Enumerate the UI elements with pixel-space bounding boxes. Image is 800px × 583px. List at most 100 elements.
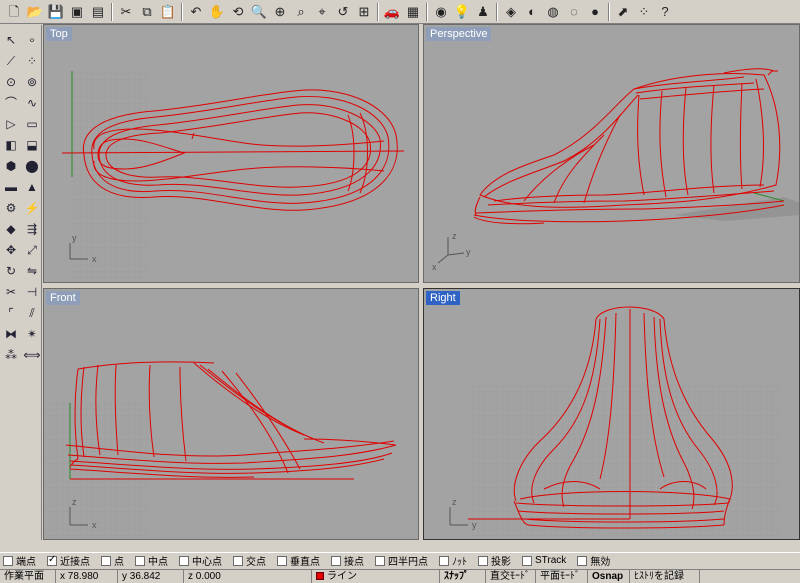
polygon-icon[interactable]: ▷	[1, 113, 21, 134]
color-icon[interactable]: ◈	[501, 2, 521, 22]
zoom-window-icon[interactable]: ⊕	[270, 2, 290, 22]
edit-icon[interactable]: ⚡	[22, 197, 42, 218]
osnap-checkbox[interactable]	[179, 555, 189, 566]
osnap-option[interactable]: 接点	[331, 553, 364, 568]
eye-icon[interactable]: ◉	[431, 2, 451, 22]
osnap-option[interactable]: 点	[101, 553, 124, 568]
circle-points-icon[interactable]: ⊚	[22, 71, 42, 92]
move-icon[interactable]: ✥	[1, 239, 21, 260]
cplane-label[interactable]: 作業平面	[0, 570, 56, 583]
osnap-checkbox[interactable]	[439, 555, 449, 566]
undo-view-icon[interactable]: ↺	[333, 2, 353, 22]
planar-button[interactable]: 平面ﾓｰﾄﾞ	[536, 570, 588, 583]
trim-icon[interactable]: ✂	[1, 281, 21, 302]
circle-icon[interactable]: ⊙	[1, 71, 21, 92]
copy-icon[interactable]: ⧉	[137, 2, 157, 22]
polyline-icon[interactable]: ⟋	[1, 50, 21, 71]
zoom-extents-icon[interactable]: ⌕	[291, 2, 311, 22]
osnap-checkbox[interactable]	[522, 555, 532, 566]
cylinder-icon[interactable]: ▬	[1, 176, 21, 197]
osnap-option[interactable]: 中点	[135, 553, 168, 568]
zoom-selected-icon[interactable]: ⌖	[312, 2, 332, 22]
surface-icon[interactable]: ◧	[1, 134, 21, 155]
viewport-right[interactable]: Right z y	[423, 288, 800, 540]
viewport-title-right[interactable]: Right	[426, 291, 460, 305]
osnap-checkbox[interactable]	[478, 555, 488, 566]
help-icon[interactable]: ?	[655, 2, 675, 22]
paste-icon[interactable]: 📋	[158, 2, 178, 22]
viewport-top[interactable]: Top y x	[43, 24, 419, 283]
pan-hand-icon[interactable]: ✋	[207, 2, 227, 22]
extrude-icon[interactable]: ⬓	[22, 134, 42, 155]
car-icon[interactable]: 🚗	[382, 2, 402, 22]
control-points-icon[interactable]: ⁘	[22, 50, 42, 71]
osnap-option[interactable]: 四半円点	[375, 553, 428, 568]
record-history-button[interactable]: ﾋｽﾄﾘを記録	[630, 570, 700, 583]
light-bulb-icon[interactable]: 💡	[452, 2, 472, 22]
osnap-option[interactable]: 垂直点	[277, 553, 320, 568]
osnap-checkbox[interactable]	[101, 555, 111, 566]
osnap-button[interactable]: Osnap	[588, 570, 630, 583]
zoom-icon[interactable]: 🔍	[249, 2, 269, 22]
osnap-checkbox[interactable]	[375, 555, 385, 566]
viewport-perspective[interactable]: Perspective z y x	[423, 24, 800, 283]
sphere-icon[interactable]: ⬤	[22, 155, 42, 176]
cursor-arrow-icon[interactable]: ⬈	[613, 2, 633, 22]
scale-icon[interactable]: ⤢	[22, 239, 42, 260]
print-icon[interactable]: ▣	[67, 2, 87, 22]
osnap-checkbox[interactable]	[277, 555, 287, 566]
open-folder-icon[interactable]: 📂	[25, 2, 45, 22]
mirror-icon[interactable]: ⇋	[22, 260, 42, 281]
osnap-checkbox[interactable]	[47, 554, 57, 566]
dimension-icon[interactable]: ⟺	[22, 344, 42, 365]
new-document-icon[interactable]: 🗋	[4, 2, 24, 22]
box-icon[interactable]: ⬢	[1, 155, 21, 176]
grid-icon[interactable]: ▦	[403, 2, 423, 22]
osnap-option[interactable]: 投影	[478, 553, 511, 568]
shaded-sphere-icon[interactable]: ●	[585, 2, 605, 22]
osnap-option[interactable]: 近接点	[47, 553, 90, 568]
save-icon[interactable]: 💾	[46, 2, 66, 22]
undo-icon[interactable]: ↶	[186, 2, 206, 22]
arc-icon[interactable]: ⌒	[1, 92, 21, 113]
osnap-option[interactable]: ﾉｯﾄ	[439, 553, 467, 568]
render-sphere-icon[interactable]: ◐	[522, 2, 542, 22]
flow-icon[interactable]: ⇶	[22, 218, 42, 239]
ortho-button[interactable]: 直交ﾓｰﾄﾞ	[486, 570, 536, 583]
cone-icon[interactable]: ▲	[22, 176, 42, 197]
split-icon[interactable]: ⊣	[22, 281, 42, 302]
snap-button[interactable]: ｽﾅｯﾌﾟ	[440, 570, 486, 583]
lamp-icon[interactable]: ♟	[473, 2, 493, 22]
osnap-option[interactable]: 中心点	[179, 553, 222, 568]
osnap-checkbox[interactable]	[135, 555, 145, 566]
solid-icon[interactable]: ◆	[1, 218, 21, 239]
wire-sphere-icon[interactable]: ◍	[543, 2, 563, 22]
four-viewports-icon[interactable]: ⊞	[354, 2, 374, 22]
properties-icon[interactable]: ▤	[88, 2, 108, 22]
osnap-checkbox[interactable]	[331, 555, 341, 566]
rotate-icon[interactable]: ↻	[1, 260, 21, 281]
fillet-icon[interactable]: ⌜	[1, 302, 21, 323]
osnap-option[interactable]: 無効	[577, 553, 610, 568]
osnap-option[interactable]: STrack	[522, 555, 566, 566]
viewport-title-perspective[interactable]: Perspective	[426, 27, 492, 41]
cut-icon[interactable]: ✂	[116, 2, 136, 22]
gear-icon[interactable]: ⚙	[1, 197, 21, 218]
osnap-checkbox[interactable]	[577, 555, 588, 566]
offset-icon[interactable]: ⫽	[22, 302, 42, 323]
join-icon[interactable]: ⧓	[1, 323, 21, 344]
layer-indicator[interactable]: ライン	[312, 570, 440, 583]
ghosted-sphere-icon[interactable]: ◌	[564, 2, 584, 22]
viewport-title-front[interactable]: Front	[46, 291, 80, 305]
point-icon[interactable]: ∘	[22, 29, 42, 50]
snap-points-icon[interactable]: ⁘	[634, 2, 654, 22]
explode-icon[interactable]: ✴	[22, 323, 42, 344]
osnap-option[interactable]: 交点	[233, 553, 266, 568]
osnap-option[interactable]: 端点	[3, 553, 36, 568]
osnap-checkbox[interactable]	[3, 555, 13, 566]
curve-icon[interactable]: ∿	[22, 92, 42, 113]
viewport-front[interactable]: Front z x	[43, 288, 419, 540]
viewport-title-top[interactable]: Top	[46, 27, 72, 41]
osnap-checkbox[interactable]	[233, 555, 243, 566]
rectangle-icon[interactable]: ▭	[22, 113, 42, 134]
